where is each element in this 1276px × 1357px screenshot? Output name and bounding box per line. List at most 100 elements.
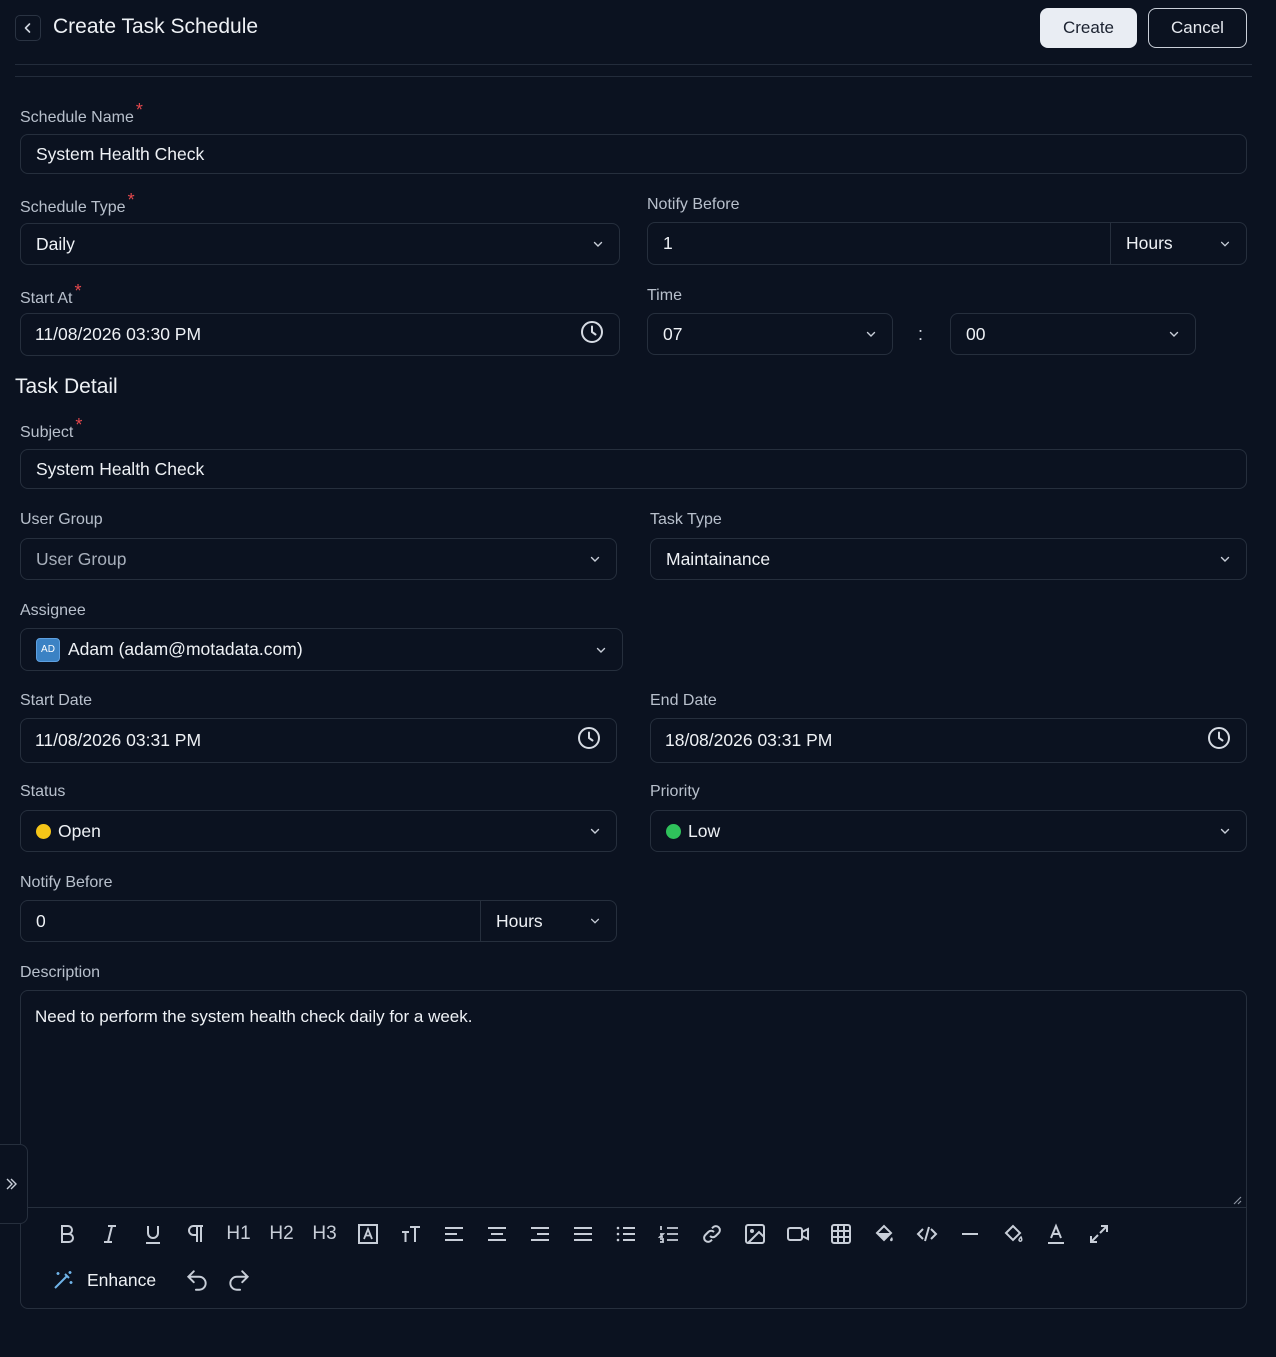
start-date-input[interactable]: 11/08/2026 03:31 PM: [20, 718, 617, 763]
task-type-select[interactable]: Maintainance: [650, 538, 1247, 580]
time-label: Time: [647, 287, 682, 304]
chevron-down-icon: [595, 644, 607, 656]
editor-toolbar: H1 H2 H3: [45, 1217, 1120, 1251]
header-divider: [15, 64, 1252, 65]
start-at-value: 11/08/2026 03:30 PM: [35, 324, 202, 344]
heading-1-icon[interactable]: H1: [217, 1217, 260, 1251]
schedule-type-select[interactable]: Daily: [20, 223, 620, 265]
clock-icon[interactable]: [577, 726, 601, 755]
schedule-type-value: Daily: [36, 233, 75, 254]
subject-value: System Health Check: [36, 458, 205, 479]
schedule-name-value: System Health Check: [36, 143, 205, 164]
time-hour-value: 07: [663, 323, 683, 344]
status-select[interactable]: Open: [20, 810, 617, 852]
italic-icon[interactable]: [88, 1217, 131, 1251]
video-icon[interactable]: [776, 1217, 819, 1251]
schedule-type-label: Schedule Type *: [20, 190, 135, 216]
time-hour-select[interactable]: 07: [647, 313, 893, 355]
page-title: Create Task Schedule: [53, 15, 259, 38]
task-notify-field: 0 Hours: [20, 900, 617, 942]
font-size-icon[interactable]: [389, 1217, 432, 1251]
create-button[interactable]: Create: [1040, 8, 1137, 48]
priority-select[interactable]: Low: [650, 810, 1247, 852]
redo-icon[interactable]: [226, 1267, 252, 1293]
resize-handle-icon[interactable]: [1232, 1195, 1242, 1205]
sidebar-expand-toggle[interactable]: [0, 1144, 28, 1224]
schedule-notify-field: 1 Hours: [647, 222, 1247, 265]
required-marker: *: [127, 190, 135, 210]
required-marker: *: [135, 100, 143, 120]
description-text[interactable]: Need to perform the system health check …: [35, 1007, 472, 1027]
required-marker: *: [75, 415, 83, 435]
priority-label: Priority: [650, 783, 700, 800]
align-center-icon[interactable]: [475, 1217, 518, 1251]
task-notify-unit-select[interactable]: Hours: [480, 901, 616, 941]
editor-toolbar-divider: [21, 1207, 1246, 1208]
chevron-down-icon: [1219, 553, 1231, 565]
assignee-value: Adam (adam@motadata.com): [68, 639, 303, 659]
bullet-list-icon[interactable]: [604, 1217, 647, 1251]
task-notify-input[interactable]: 0: [36, 911, 480, 932]
font-box-icon[interactable]: [346, 1217, 389, 1251]
assignee-label: Assignee: [20, 602, 86, 619]
description-label: Description: [20, 964, 101, 981]
schedule-name-input[interactable]: System Health Check: [20, 134, 1247, 174]
back-button[interactable]: [15, 15, 41, 41]
code-icon[interactable]: [905, 1217, 948, 1251]
schedule-notify-unit-select[interactable]: Hours: [1110, 223, 1246, 264]
required-marker: *: [74, 281, 82, 301]
task-type-label: Task Type: [650, 511, 722, 528]
clock-icon[interactable]: [580, 320, 604, 349]
align-right-icon[interactable]: [518, 1217, 561, 1251]
align-justify-icon[interactable]: [561, 1217, 604, 1251]
user-group-select[interactable]: User Group: [20, 538, 617, 580]
underline-icon[interactable]: [131, 1217, 174, 1251]
time-minute-value: 00: [966, 323, 986, 344]
align-left-icon[interactable]: [432, 1217, 475, 1251]
highlight-color-icon[interactable]: [991, 1217, 1034, 1251]
clock-icon[interactable]: [1207, 726, 1231, 755]
paragraph-icon[interactable]: [174, 1217, 217, 1251]
enhance-label: Enhance: [87, 1269, 157, 1290]
numbered-list-icon[interactable]: [647, 1217, 690, 1251]
priority-dot: [666, 823, 681, 839]
status-dot: [36, 823, 51, 839]
text-color-icon[interactable]: [1034, 1217, 1077, 1251]
user-group-placeholder: User Group: [36, 548, 127, 569]
end-date-input[interactable]: 18/08/2026 03:31 PM: [650, 718, 1247, 763]
bold-icon[interactable]: [45, 1217, 88, 1251]
user-group-label: User Group: [20, 511, 103, 528]
start-at-input[interactable]: 11/08/2026 03:30 PM: [20, 313, 620, 356]
schedule-notify-input[interactable]: 1: [663, 233, 1110, 254]
heading-3-icon[interactable]: H3: [303, 1217, 346, 1251]
schedule-notify-unit-value: Hours: [1126, 233, 1173, 253]
chevron-down-icon: [1219, 825, 1231, 837]
link-icon[interactable]: [690, 1217, 733, 1251]
subject-input[interactable]: System Health Check: [20, 449, 1247, 489]
assignee-select[interactable]: AD Adam (adam@motadata.com): [20, 628, 623, 671]
image-icon[interactable]: [733, 1217, 776, 1251]
undo-icon[interactable]: [184, 1267, 210, 1293]
fill-color-icon[interactable]: [862, 1217, 905, 1251]
status-label: Status: [20, 783, 66, 800]
task-notify-label: Notify Before: [20, 874, 113, 891]
time-minute-select[interactable]: 00: [950, 313, 1196, 355]
table-icon[interactable]: [819, 1217, 862, 1251]
chevron-down-icon: [1168, 328, 1180, 340]
header-divider-2: [15, 76, 1252, 77]
schedule-name-label: Schedule Name *: [20, 100, 143, 126]
horizontal-rule-icon[interactable]: [948, 1217, 991, 1251]
fullscreen-icon[interactable]: [1077, 1217, 1120, 1251]
start-date-value: 11/08/2026 03:31 PM: [35, 730, 202, 750]
time-separator: :: [918, 324, 924, 344]
start-date-label: Start Date: [20, 692, 93, 709]
enhance-button[interactable]: Enhance: [51, 1268, 156, 1292]
chevron-down-icon: [589, 915, 601, 927]
heading-2-icon[interactable]: H2: [260, 1217, 303, 1251]
cancel-button[interactable]: Cancel: [1148, 8, 1247, 48]
task-notify-unit-value: Hours: [496, 910, 543, 931]
subject-label: Subject *: [20, 415, 83, 441]
chevron-down-icon: [589, 825, 601, 837]
task-type-value: Maintainance: [666, 548, 771, 569]
description-editor[interactable]: Need to perform the system health check …: [20, 990, 1247, 1309]
